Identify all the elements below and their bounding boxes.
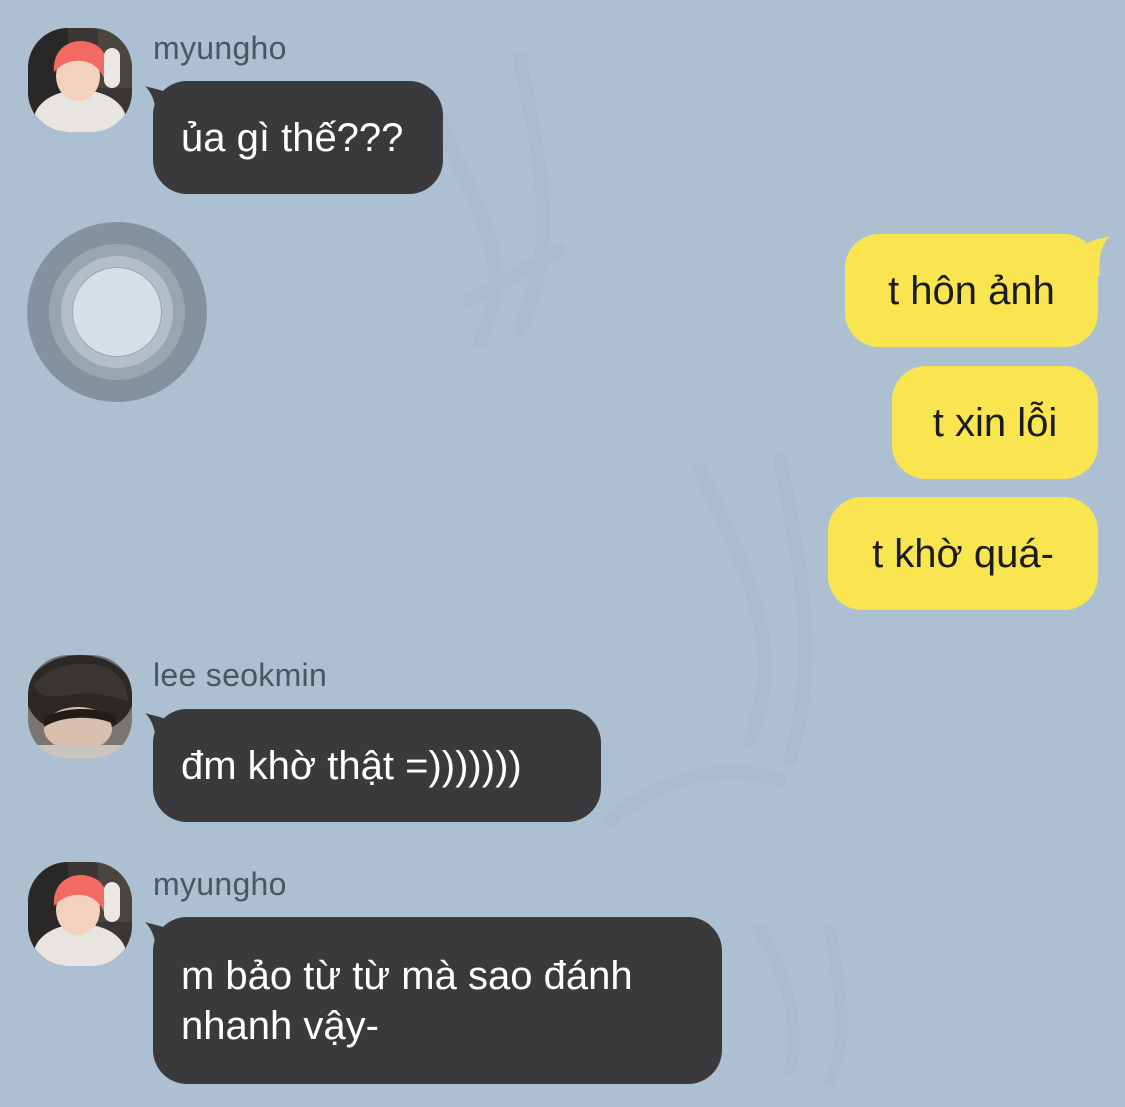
- message-bubble[interactable]: t khờ quá-: [828, 497, 1098, 610]
- message-bubble[interactable]: t xin lỗi: [892, 366, 1098, 479]
- sender-name: myungho: [153, 30, 287, 66]
- message-text-line1: m bảo từ từ mà sao đánh: [181, 953, 633, 998]
- message-text-line2: nhanh vậy-: [181, 1003, 379, 1048]
- sender-name: lee seokmin: [153, 657, 328, 693]
- message-text: ủa gì thế???: [181, 115, 404, 160]
- seokmin-avatar[interactable]: [28, 655, 132, 759]
- myungho-avatar[interactable]: [28, 28, 132, 132]
- myungho-avatar[interactable]: [28, 862, 132, 966]
- message-bubble[interactable]: m bảo từ từ mà sao đánh nhanh vậy-: [153, 917, 722, 1084]
- message-text: t khờ quá-: [872, 531, 1054, 576]
- assistive-touch-icon[interactable]: [27, 222, 207, 402]
- message-bubble[interactable]: ủa gì thế???: [153, 81, 443, 194]
- message-text: t xin lỗi: [932, 400, 1058, 445]
- message-bubble[interactable]: đm khờ thật =))))))): [153, 709, 601, 822]
- message-text: t hôn ảnh: [888, 268, 1055, 313]
- sender-name: myungho: [153, 866, 287, 902]
- chat-view: myungho ủa gì thế??? t hôn ảnh t xin lỗi…: [0, 0, 1125, 1107]
- message-bubble[interactable]: t hôn ảnh: [845, 234, 1098, 347]
- message-text: đm khờ thật =))))))): [181, 743, 522, 788]
